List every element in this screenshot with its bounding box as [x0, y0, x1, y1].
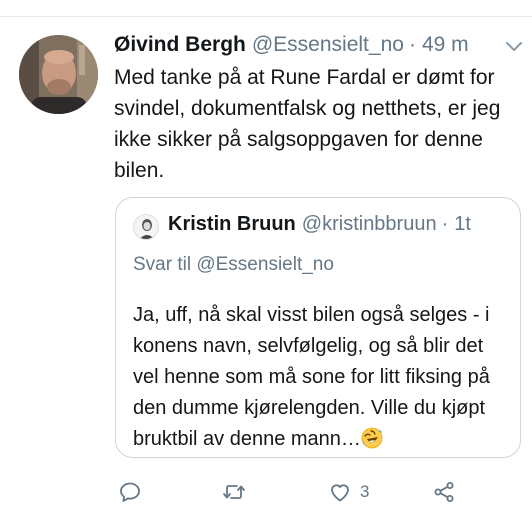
- replying-to-label: Svar til @Essensielt_no: [133, 254, 334, 275]
- tweet-text: Med tanke på at Rune Fardal er dømt for …: [114, 66, 501, 182]
- reply-icon: [120, 482, 140, 502]
- header-separator: ·: [408, 33, 416, 56]
- tweet-header: Øivind Bergh @Essensielt_no · 49 m: [114, 30, 514, 60]
- quoted-tweet-header: Kristin Bruun @kristinbbruun · 1t: [168, 213, 471, 236]
- reply-button[interactable]: [118, 474, 142, 510]
- author-handle[interactable]: @Essensielt_no: [252, 33, 404, 57]
- author-avatar[interactable]: [19, 35, 98, 114]
- tweet-action-bar: 3: [0, 474, 532, 510]
- like-count: 3: [360, 482, 370, 501]
- quoted-tweet-card[interactable]: Kristin Bruun @kristinbbruun · 1t Svar t…: [115, 197, 521, 458]
- share-button[interactable]: [432, 474, 456, 510]
- quoted-author-avatar-image: [134, 215, 158, 239]
- author-avatar-image: [19, 35, 98, 114]
- top-divider: [0, 16, 532, 17]
- chevron-down-icon[interactable]: [504, 36, 524, 56]
- retweet-button[interactable]: [222, 474, 246, 510]
- tweet-timestamp[interactable]: 49 m: [422, 33, 469, 57]
- retweet-icon: [223, 485, 245, 499]
- quoted-tweet-text: Ja, uff, nå skal visst bilen også selges…: [133, 300, 513, 455]
- quoted-header-separator: ·: [441, 213, 449, 235]
- quoted-tweet-timestamp: 1t: [454, 213, 471, 235]
- like-button[interactable]: 3: [328, 474, 369, 510]
- share-icon: [434, 482, 454, 502]
- heart-icon: [331, 484, 349, 502]
- quoted-author-name: Kristin Bruun: [168, 213, 296, 235]
- author-name[interactable]: Øivind Bergh: [114, 33, 246, 57]
- quoted-author-avatar[interactable]: [133, 214, 159, 240]
- rolling-on-floor-laughing-emoji: [361, 427, 383, 449]
- quoted-author-handle: @kristinbbruun: [301, 213, 437, 235]
- quoted-tweet-body: Ja, uff, nå skal visst bilen også selges…: [133, 304, 490, 450]
